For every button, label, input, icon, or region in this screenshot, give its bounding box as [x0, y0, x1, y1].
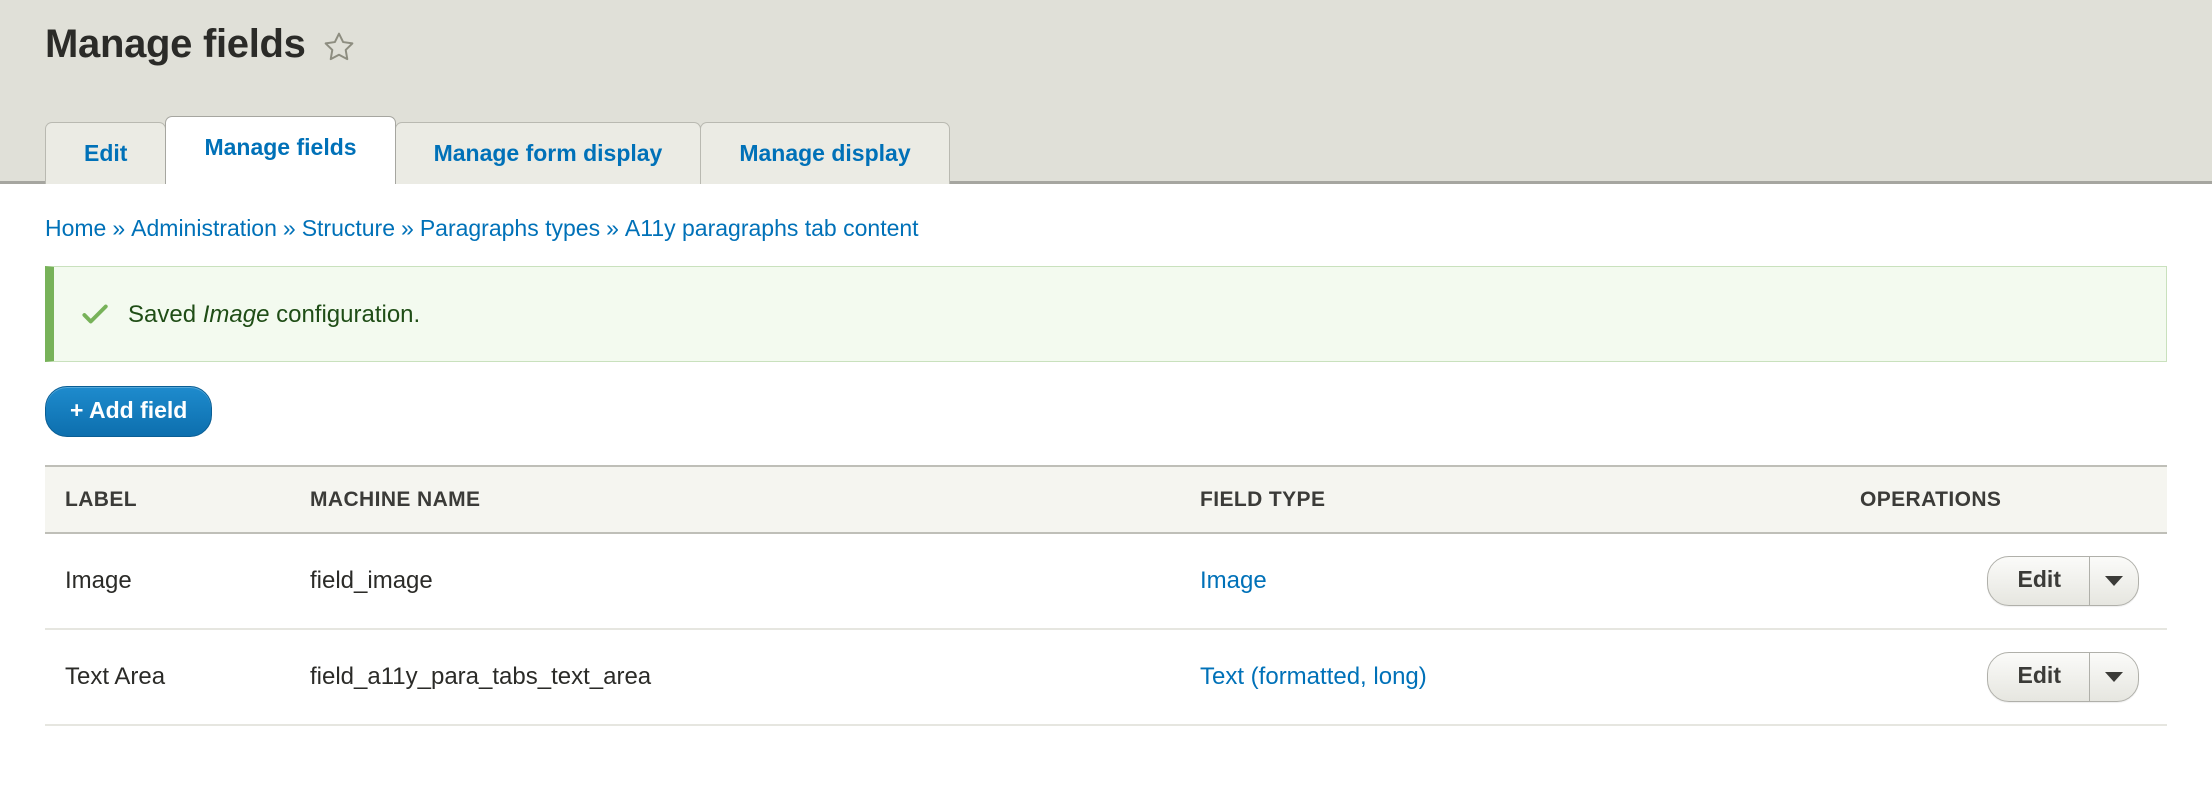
- breadcrumb-item-a11y-paragraphs-tab-content[interactable]: A11y paragraphs tab content: [625, 215, 919, 241]
- star-outline-icon[interactable]: [322, 30, 356, 64]
- fields-table-body: Image field_image Image Edit Text Area f…: [45, 532, 2167, 726]
- cell-operations: Edit: [1860, 532, 2167, 630]
- dropbutton-toggle[interactable]: [2090, 557, 2138, 605]
- tab-edit[interactable]: Edit: [45, 122, 167, 184]
- table-header-row: LABEL MACHINE NAME FIELD TYPE OPERATIONS: [45, 464, 2167, 534]
- status-message: Saved Image configuration.: [45, 266, 2167, 363]
- edit-button[interactable]: Edit: [1988, 652, 2090, 701]
- status-message-text: Saved Image configuration.: [128, 299, 420, 330]
- breadcrumb-item-administration[interactable]: Administration: [131, 215, 277, 241]
- column-header-operations: OPERATIONS: [1860, 464, 2167, 534]
- column-header-machine-name: MACHINE NAME: [310, 464, 1200, 534]
- cell-label: Image: [45, 532, 310, 630]
- edit-button[interactable]: Edit: [1988, 556, 2090, 605]
- fields-table: LABEL MACHINE NAME FIELD TYPE OPERATIONS…: [45, 464, 2167, 726]
- tab-manage-display[interactable]: Manage display: [700, 122, 950, 184]
- cell-operations: Edit: [1860, 628, 2167, 726]
- tab-manage-fields[interactable]: Manage fields: [165, 116, 396, 184]
- status-emphasis: Image: [202, 300, 270, 328]
- column-header-label: LABEL: [45, 464, 310, 534]
- page-header: Manage fields Edit Manage fields Manage …: [0, 0, 2212, 184]
- operations-dropbutton: Edit: [1986, 555, 2139, 606]
- cell-machine-name: field_image: [310, 532, 1200, 630]
- cell-field-type: Image: [1200, 532, 1860, 630]
- add-field-button[interactable]: + Add field: [45, 386, 213, 437]
- cell-field-type: Text (formatted, long): [1200, 628, 1860, 726]
- main-content: Home» Administration» Structure» Paragraphs…: [0, 184, 2212, 726]
- page-title: Manage fields: [45, 22, 306, 66]
- page-title-row: Manage fields: [0, 0, 2212, 66]
- operations-dropbutton: Edit: [1986, 651, 2139, 702]
- check-icon: [82, 304, 108, 324]
- status-suffix: configuration.: [269, 300, 421, 328]
- field-type-link[interactable]: Text (formatted, long): [1200, 663, 1427, 690]
- status-prefix: Saved: [128, 300, 203, 328]
- action-links: + Add field: [45, 386, 2167, 437]
- fields-table-head: LABEL MACHINE NAME FIELD TYPE OPERATIONS: [45, 464, 2167, 534]
- breadcrumb-item-structure[interactable]: Structure: [302, 215, 395, 241]
- cell-machine-name: field_a11y_para_tabs_text_area: [310, 628, 1200, 726]
- chevron-down-icon: [2105, 575, 2123, 586]
- breadcrumb-separator: »: [282, 215, 296, 241]
- breadcrumb: Home» Administration» Structure» Paragraphs…: [45, 184, 2167, 244]
- primary-tabs: Edit Manage fields Manage form display M…: [45, 116, 950, 184]
- breadcrumb-separator: »: [606, 215, 619, 241]
- tab-manage-form-display[interactable]: Manage form display: [394, 122, 702, 184]
- table-row: Image field_image Image Edit: [45, 532, 2167, 630]
- dropbutton-toggle[interactable]: [2090, 653, 2138, 701]
- breadcrumb-item-home[interactable]: Home: [45, 215, 106, 241]
- breadcrumb-separator: »: [401, 215, 414, 241]
- column-header-field-type: FIELD TYPE: [1200, 464, 1860, 534]
- table-row: Text Area field_a11y_para_tabs_text_area…: [45, 628, 2167, 726]
- chevron-down-icon: [2105, 671, 2123, 682]
- breadcrumb-item-paragraphs-types[interactable]: Paragraphs types: [420, 215, 600, 241]
- breadcrumb-separator: »: [112, 215, 126, 241]
- cell-label: Text Area: [45, 628, 310, 726]
- field-type-link[interactable]: Image: [1200, 567, 1267, 594]
